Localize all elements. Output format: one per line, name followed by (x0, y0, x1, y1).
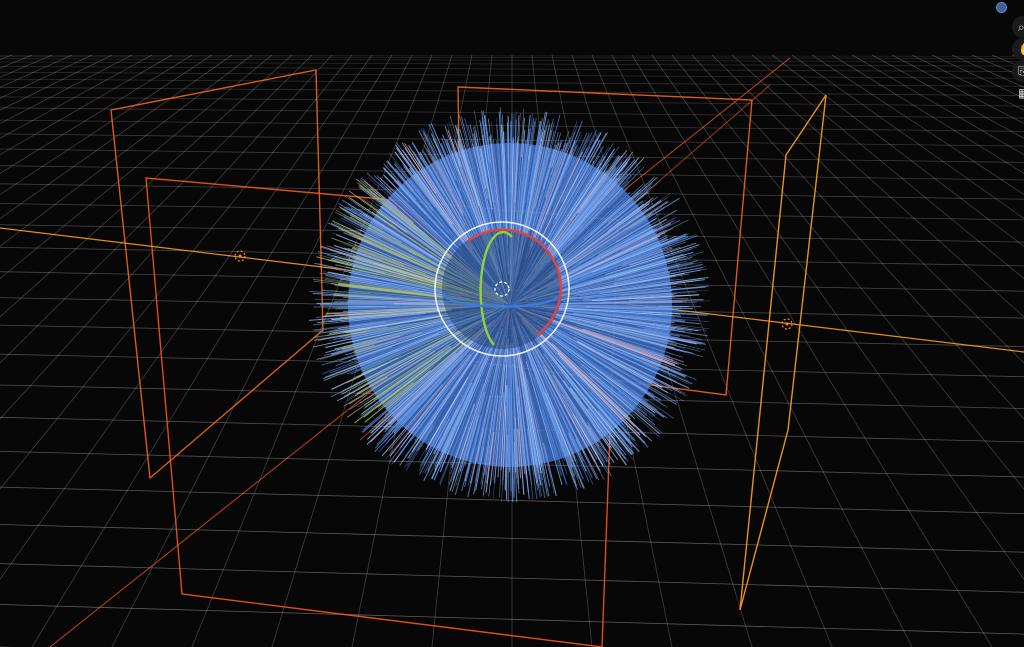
view-orientation-indicator[interactable] (996, 2, 1007, 13)
pan-hand-icon[interactable]: ✋ (1012, 38, 1024, 60)
viewport-scene[interactable] (0, 0, 1024, 647)
navigation-controls: ⌕ ✋ ⎘ ▦ (990, 0, 1024, 104)
grid-view-icon[interactable]: ▦ (1012, 82, 1024, 104)
3d-viewport[interactable] (0, 0, 1024, 647)
camera-icon[interactable]: ⎘ (1012, 60, 1024, 82)
zoom-icon[interactable]: ⌕ (1012, 16, 1024, 38)
